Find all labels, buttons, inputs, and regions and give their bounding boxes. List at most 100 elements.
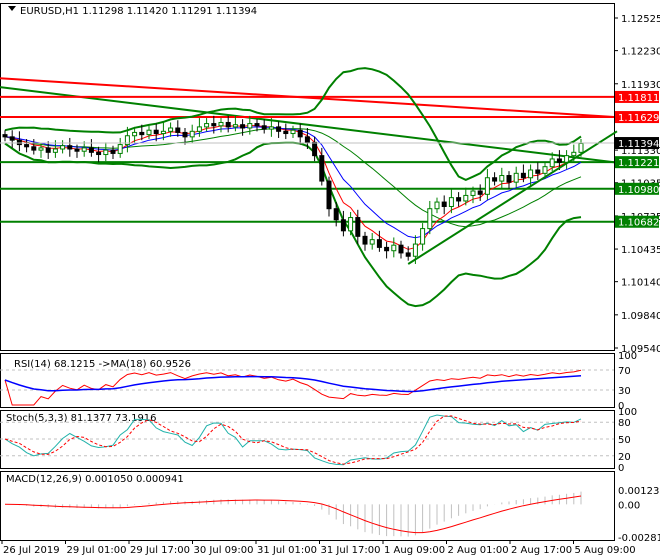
candle-body (160, 130, 166, 135)
candle-body (196, 126, 202, 132)
candle-body (506, 175, 512, 183)
macd-signal-line (4, 495, 582, 534)
candle-body (326, 180, 332, 210)
candle-body (283, 130, 289, 135)
candle-body (74, 148, 80, 152)
stoch-tick-label: 80 (618, 418, 631, 429)
candle-body (391, 244, 397, 252)
candle-body (398, 244, 404, 254)
time-label: 31 Jul 01:00 (257, 545, 317, 556)
chart-canvas[interactable]: EURUSD,H1 1.11298 1.11420 1.11291 1.1139… (0, 0, 660, 560)
candle-body (218, 121, 224, 127)
candle-body (362, 235, 368, 245)
candle-body (268, 126, 274, 130)
candle-body (556, 158, 562, 163)
level-badge-label: 1.11221 (618, 158, 659, 169)
candle-body (24, 144, 30, 148)
candle-body (117, 144, 123, 154)
stoch-tick-label: 100 (618, 407, 637, 418)
candle-body (168, 127, 174, 132)
candle-body (146, 129, 152, 136)
candle-body (261, 125, 267, 130)
candle-body (499, 175, 505, 182)
candle-body (333, 208, 339, 221)
time-label: 31 Jul 17:00 (321, 545, 381, 556)
candle-body (571, 151, 577, 157)
price-tick-label: 1.10140 (621, 278, 660, 289)
candle-body (492, 177, 498, 182)
trading-chart[interactable]: EURUSD,H1 1.11298 1.11420 1.11291 1.1139… (0, 0, 660, 560)
level-badge-label: 1.11811 (618, 93, 659, 104)
candle-body (247, 123, 253, 129)
candle-body (153, 129, 159, 135)
time-label: 5 Aug 09:00 (575, 545, 636, 556)
level-badge-label: 1.11629 (618, 113, 659, 124)
candle-body (2, 134, 8, 138)
macd-label: MACD(12,26,9) 0.001050 0.000941 (6, 474, 184, 485)
candle-body (110, 149, 116, 154)
candle-body (88, 147, 94, 153)
candle-body (535, 169, 541, 174)
time-label: 2 Aug 17:00 (511, 545, 572, 556)
candle-body (420, 228, 426, 245)
candle-body (290, 129, 296, 135)
candle-body (470, 190, 476, 196)
candle-body (348, 217, 354, 232)
candle-body (405, 252, 411, 257)
price-tick-label: 1.09840 (621, 311, 660, 322)
price-tick-label: 1.12525 (621, 14, 660, 25)
candle-body (297, 129, 303, 138)
candle-body (81, 147, 87, 152)
candle-body (175, 127, 181, 133)
macd-tick-label: -0.002817 (618, 533, 660, 544)
candle-body (456, 197, 462, 202)
macd-tick-label: 0.00 (618, 500, 640, 511)
candle-body (477, 190, 483, 195)
candle-body (9, 136, 15, 141)
candle-body (448, 197, 454, 207)
candle-body (312, 141, 318, 157)
stoch-tick-label: 20 (618, 452, 631, 463)
candle-body (549, 158, 555, 168)
current-price-label: 1.11394 (618, 139, 659, 150)
candle-body (340, 219, 346, 232)
trendline (407, 130, 618, 265)
candle-body (60, 145, 66, 150)
stoch-tick-label: 50 (618, 435, 631, 446)
candle-body (376, 239, 382, 248)
collapse-triangle-icon (8, 6, 16, 11)
candle-body (520, 172, 526, 179)
candle-body (139, 131, 145, 136)
macd-tick-label: 0.001235 (618, 486, 660, 497)
candle-body (513, 172, 519, 183)
time-label: 29 Jul 01:00 (67, 545, 127, 556)
bollinger-lower (4, 141, 582, 308)
candle-body (463, 194, 469, 202)
candle-body (96, 151, 102, 156)
candle-body (16, 139, 22, 146)
candle-body (211, 123, 217, 127)
candle-body (254, 123, 260, 127)
symbol-header: EURUSD,H1 1.11298 1.11420 1.11291 1.1139… (20, 6, 257, 17)
candle-body (232, 124, 238, 128)
candle-body (204, 123, 210, 128)
candle-body (67, 145, 73, 150)
candle-body (132, 131, 138, 137)
candle-body (45, 147, 51, 153)
candle-body (369, 239, 375, 245)
candle-body (542, 166, 548, 174)
candle-body (578, 142, 584, 153)
rsi-ma-line (4, 374, 582, 393)
price-tick-label: 1.10435 (621, 245, 660, 256)
time-label: 30 Jul 09:00 (194, 545, 254, 556)
candle-body (225, 121, 231, 128)
candle-body (427, 208, 433, 230)
rsi-label: RSI(14) 68.1215 ->MA(18) 60.9526 (14, 359, 191, 370)
candle-body (304, 136, 310, 143)
time-label: 26 Jul 2019 (3, 545, 60, 556)
level-badge-label: 1.10682 (618, 218, 659, 229)
candle-body (528, 169, 534, 179)
stoch-tick-label: 0 (618, 463, 624, 474)
rsi-tick-label: 70 (618, 366, 631, 377)
candle-body (182, 131, 188, 138)
